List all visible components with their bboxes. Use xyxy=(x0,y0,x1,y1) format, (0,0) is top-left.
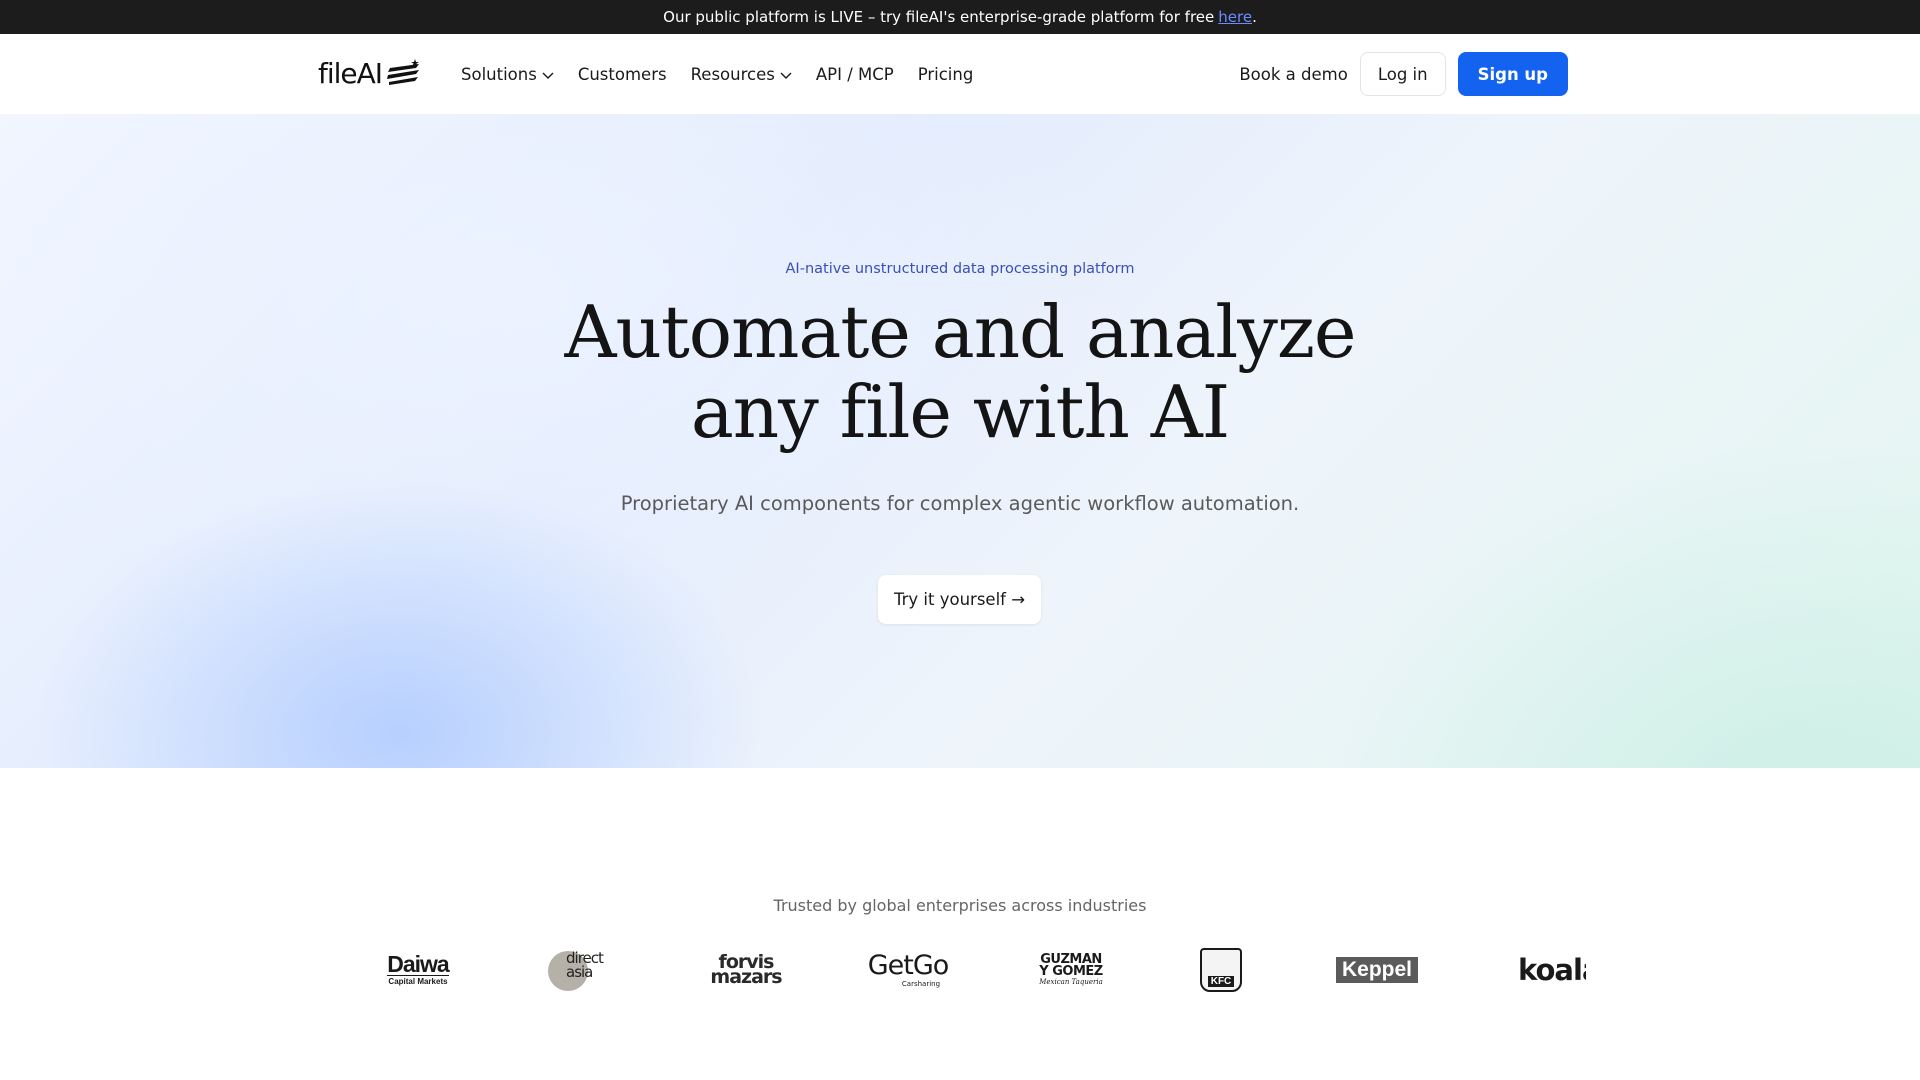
nav-actions: Book a demo Log in Sign up xyxy=(1239,52,1568,96)
login-button[interactable]: Log in xyxy=(1359,52,1446,96)
logo-direct-asia-name: direct asia xyxy=(566,949,604,981)
chevron-down-icon xyxy=(780,72,792,79)
logo-forvis-mazars-name: forvis mazars xyxy=(710,951,782,988)
customer-logos: Daiwa Capital Markets direct asia forvis… xyxy=(380,945,1586,995)
announcement-bar: Our public platform is LIVE – try fileAI… xyxy=(0,0,1920,34)
nav-customers[interactable]: Customers xyxy=(578,65,667,84)
logo-daiwa-name: Daiwa xyxy=(387,951,450,977)
hero-headline: Automate and analyze any file with AI xyxy=(0,292,1920,452)
nav-api-mcp[interactable]: API / MCP xyxy=(816,65,894,84)
trusted-title: Trusted by global enterprises across ind… xyxy=(773,896,1147,915)
brand-logo-text: fileAI xyxy=(318,56,383,90)
logo-kfc: KFC xyxy=(1199,945,1243,995)
kfc-badge-icon: KFC xyxy=(1200,948,1242,992)
logo-forvis-mazars: forvis mazars xyxy=(708,945,784,995)
chevron-down-icon xyxy=(542,72,554,79)
brand-logo-icon xyxy=(387,59,420,85)
nav-api-mcp-label: API / MCP xyxy=(815,64,894,84)
hero-headline-line2: any file with AI xyxy=(690,370,1230,454)
brand-logo[interactable]: fileAI xyxy=(318,55,422,91)
nav-resources-label: Resources xyxy=(690,64,775,84)
logo-gyg-sub: Mexican Taqueria xyxy=(1039,977,1103,986)
logo-guzman-y-gomez: GUZMAN Y GOMEZ Mexican Taqueria xyxy=(1034,945,1108,995)
logo-koala-name: koala xyxy=(1518,953,1586,987)
logo-keppel: Keppel xyxy=(1336,945,1422,995)
announcement-text: Our public platform is LIVE – try fileAI… xyxy=(663,8,1215,26)
book-demo-link[interactable]: Book a demo xyxy=(1239,65,1347,84)
logo-getgo: GetGo Carsharing xyxy=(868,945,950,995)
logo-getgo-sub: Carsharing xyxy=(901,980,941,988)
announcement-suffix: . xyxy=(1252,8,1257,26)
signup-button[interactable]: Sign up xyxy=(1457,52,1568,96)
hero-subheadline: Proprietary AI components for complex ag… xyxy=(620,492,1300,515)
logo-gyg-name: GUZMAN Y GOMEZ xyxy=(1039,951,1103,979)
logo-daiwa-sub: Capital Markets xyxy=(388,977,448,986)
nav-links: Solutions Customers Resources API / MCP … xyxy=(461,34,997,114)
logo-daiwa: Daiwa Capital Markets xyxy=(385,945,451,995)
hero-eyebrow: AI-native unstructured data processing p… xyxy=(785,261,1135,277)
nav-resources[interactable]: Resources xyxy=(691,65,792,84)
hero-headline-line1: Automate and analyze xyxy=(564,290,1356,374)
hero-section: AI-native unstructured data processing p… xyxy=(0,114,1920,768)
nav-pricing[interactable]: Pricing xyxy=(918,65,974,84)
logo-kfc-name: KFC xyxy=(1207,976,1235,987)
logo-koala: koala xyxy=(1518,945,1586,995)
logo-direct-asia: direct asia xyxy=(548,945,612,995)
nav-pricing-label: Pricing xyxy=(917,64,974,84)
logo-getgo-name: GetGo xyxy=(867,950,950,981)
logo-keppel-name: Keppel xyxy=(1336,957,1419,983)
nav-solutions[interactable]: Solutions xyxy=(461,65,554,84)
top-nav: fileAI Solutions Customers Resources API… xyxy=(0,34,1920,114)
nav-solutions-label: Solutions xyxy=(461,64,537,84)
announcement-link[interactable]: here xyxy=(1218,8,1252,26)
nav-customers-label: Customers xyxy=(577,64,667,84)
try-it-yourself-button[interactable]: Try it yourself → xyxy=(878,575,1041,624)
